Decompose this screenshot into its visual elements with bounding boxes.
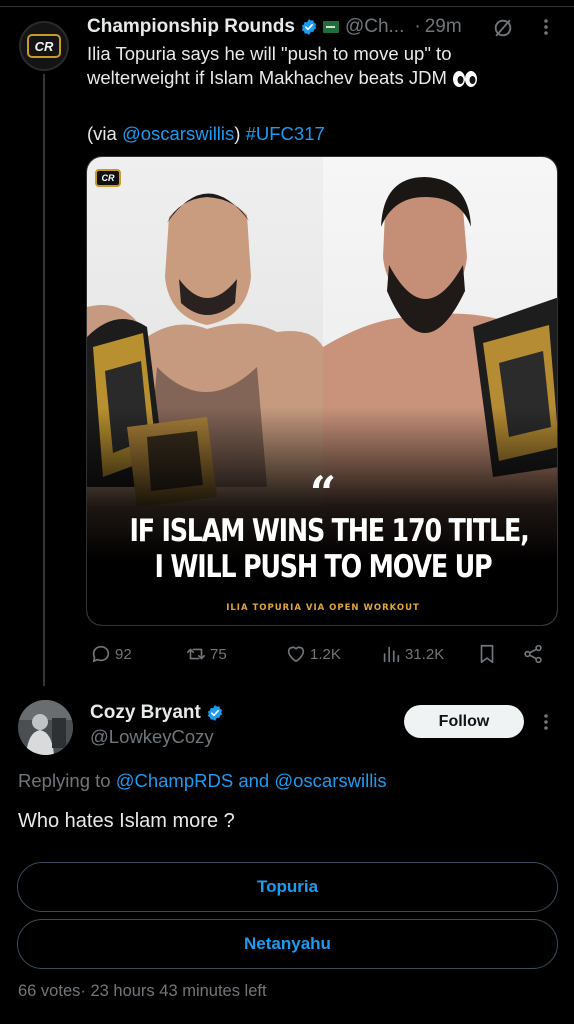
thread-connector-line: [43, 74, 45, 686]
author-handle[interactable]: @Ch...: [345, 16, 404, 38]
mention-link[interactable]: @oscarswillis: [274, 770, 386, 791]
more-options-icon[interactable]: [538, 16, 554, 38]
tweet-header: Championship Rounds @Ch... · 29m: [87, 14, 462, 40]
verified-badge-icon: [207, 705, 222, 721]
replying-and: and: [233, 770, 275, 791]
image-headline-line: I WILL PUSH TO MOVE UP: [154, 549, 493, 585]
tweet-text-line: Ilia Topuria says he will "push to move …: [87, 43, 452, 64]
media-logo-icon: CR: [95, 169, 121, 187]
poll-vote-count: 66 votes: [18, 982, 81, 1000]
via-suffix: ): [234, 123, 241, 144]
tweet-image[interactable]: CR “ IF ISLAM WINS THE 170 TITLE, I WILL…: [86, 156, 558, 626]
replying-prefix: Replying to: [18, 770, 116, 791]
poll-separator: ·: [80, 982, 86, 1000]
tweet-time[interactable]: 29m: [425, 16, 462, 38]
tweet-text-fragment: welterweight if Islam Makhachev beats JD…: [87, 67, 447, 88]
heart-icon: [287, 646, 305, 663]
quote-mark: “: [309, 466, 337, 520]
image-credit: ILIA TOPURIA VIA OPEN WORKOUT: [226, 603, 420, 613]
views-chart-icon: [383, 646, 400, 663]
reply-count: 92: [115, 645, 132, 663]
reply-author-name[interactable]: Cozy Bryant: [90, 702, 201, 724]
eyes-emoji-icon: [453, 71, 477, 88]
poll-option-netanyahu[interactable]: Netanyahu: [17, 919, 558, 969]
grok-icon[interactable]: [492, 17, 514, 39]
tweet-text: Ilia Topuria says he will "push to move …: [87, 42, 557, 90]
verified-badge-icon: [301, 19, 317, 35]
top-divider: [0, 6, 574, 7]
poll-option-topuria[interactable]: Topuria: [17, 862, 558, 912]
view-count: 31.2K: [405, 645, 445, 663]
reply-author-avatar[interactable]: [18, 700, 73, 755]
author-avatar[interactable]: CR: [19, 21, 69, 71]
image-headline: IF ISLAM WINS THE 170 TITLE, I WILL PUSH…: [129, 513, 529, 585]
share-button[interactable]: [522, 643, 544, 665]
repost-count: 75: [210, 645, 227, 663]
hashtag-link[interactable]: #UFC317: [246, 123, 325, 144]
like-count: 1.2K: [310, 645, 341, 663]
tweet-action-bar: 92 75 1.2K 31.2K: [90, 643, 560, 669]
championship-rounds-logo-icon: CR: [27, 34, 61, 58]
image-headline-line: IF ISLAM WINS THE 170 TITLE,: [129, 513, 529, 549]
bookmark-icon: [480, 644, 494, 664]
via-prefix: (via: [87, 123, 122, 144]
poll-time-left: 23 hours 43 minutes left: [90, 982, 267, 1000]
like-button[interactable]: 1.2K: [285, 643, 341, 665]
repost-icon: [186, 648, 206, 660]
more-options-icon[interactable]: [538, 711, 554, 733]
reply-author-name-row: Cozy Bryant: [90, 702, 224, 724]
author-name[interactable]: Championship Rounds: [87, 16, 295, 38]
avatar-photo: [18, 700, 73, 755]
reply-text: Who hates Islam more ?: [18, 810, 235, 832]
reply-icon: [92, 645, 110, 663]
replying-to-line: Replying to @ChampRDS and @oscarswillis: [18, 770, 387, 792]
reply-button[interactable]: 92: [90, 643, 132, 665]
follow-button[interactable]: Follow: [404, 705, 524, 738]
reply-author-handle[interactable]: @LowkeyCozy: [90, 726, 214, 748]
share-icon: [524, 644, 542, 664]
bookmark-button[interactable]: [476, 643, 498, 665]
poll-meta: 66 votes· 23 hours 43 minutes left: [18, 982, 267, 1001]
tweet-source-line: (via @oscarswillis) #UFC317: [87, 122, 325, 146]
tweet-text-line: welterweight if Islam Makhachev beats JD…: [87, 66, 557, 90]
views-button[interactable]: 31.2K: [380, 643, 444, 665]
affiliate-flag-icon: [322, 21, 339, 33]
repost-button[interactable]: 75: [185, 643, 227, 665]
header-separator: ·: [414, 16, 421, 37]
mention-link[interactable]: @ChampRDS: [116, 770, 233, 791]
mention-link[interactable]: @oscarswillis: [122, 123, 234, 144]
